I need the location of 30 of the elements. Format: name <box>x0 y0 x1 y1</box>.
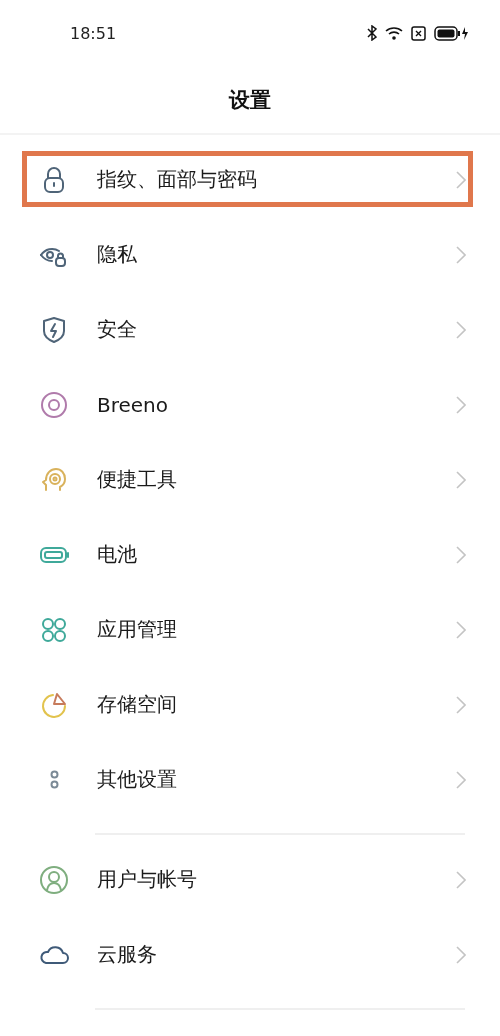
chevron-icon <box>456 695 466 714</box>
battery-charging-icon <box>434 25 468 41</box>
settings-item-label[interactable]: 存储空间 <box>97 691 456 718</box>
chevron-icon <box>456 770 466 789</box>
status-time: 18:51 <box>70 23 117 43</box>
chevron-icon <box>456 470 466 489</box>
settings-item-label[interactable]: 云服务 <box>97 941 456 968</box>
settings-item-label[interactable]: 用户与帐号 <box>97 866 456 893</box>
settings-item-label[interactable]: 安全 <box>97 316 456 343</box>
settings-item-label[interactable]: 电池 <box>97 541 456 568</box>
wifi-icon <box>385 25 403 41</box>
settings-item-label[interactable]: 隐私 <box>97 241 456 268</box>
chevron-icon <box>456 870 466 889</box>
page-title: 设置 <box>229 86 271 114</box>
chevron-icon <box>456 945 466 964</box>
settings-item-label[interactable]: 便捷工具 <box>97 466 456 493</box>
chevron-icon <box>456 245 466 264</box>
settings-item-label[interactable]: 其他设置 <box>97 766 456 793</box>
chevron-icon <box>456 545 466 564</box>
chevron-icon <box>456 620 466 639</box>
person-circle-icon <box>38 863 70 896</box>
two-dots-icon <box>49 770 59 789</box>
settings-item-label[interactable]: Breeno <box>97 392 456 417</box>
chevron-icon <box>456 170 466 189</box>
settings-item-label[interactable]: 指纹、面部与密码 <box>97 166 456 193</box>
chevron-icon <box>456 320 466 339</box>
bluetooth-icon <box>367 25 377 41</box>
settings-item-label[interactable]: 应用管理 <box>97 616 456 643</box>
chevron-icon <box>456 395 466 414</box>
sim-off-icon <box>411 25 426 41</box>
